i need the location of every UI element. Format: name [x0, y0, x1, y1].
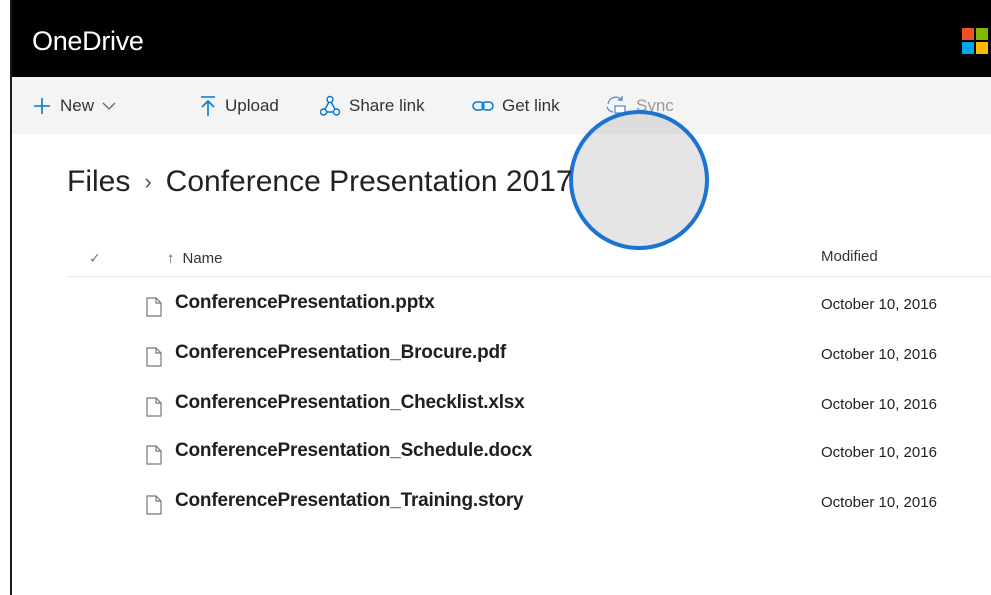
- file-icon: [146, 347, 162, 372]
- file-name[interactable]: ConferencePresentation_Schedule.docx: [175, 440, 532, 462]
- share-link-button[interactable]: Share link: [319, 93, 425, 119]
- breadcrumb-separator-icon: ›: [144, 169, 152, 194]
- title-bar: OneDrive: [12, 0, 991, 77]
- file-name[interactable]: ConferencePresentation_Checklist.xlsx: [175, 392, 525, 414]
- file-row[interactable]: ConferencePresentation_Checklist.xlsx Oc…: [67, 380, 991, 430]
- file-row[interactable]: ConferencePresentation.pptx October 10, …: [67, 280, 991, 330]
- get-link-button[interactable]: Get link: [472, 93, 560, 119]
- file-modified: October 10, 2016: [821, 346, 937, 363]
- sort-ascending-icon: ↑: [167, 250, 175, 267]
- microsoft-logo-icon[interactable]: [962, 28, 991, 58]
- upload-button[interactable]: Upload: [199, 93, 279, 119]
- file-icon: [146, 495, 162, 520]
- list-header: ✓ ↑ Name Modified: [67, 238, 991, 277]
- file-modified: October 10, 2016: [821, 396, 937, 413]
- file-name[interactable]: ConferencePresentation_Training.story: [175, 490, 524, 512]
- select-all-check-icon[interactable]: ✓: [89, 250, 101, 267]
- file-icon: [146, 445, 162, 470]
- chevron-down-icon: [102, 101, 116, 111]
- file-row[interactable]: ConferencePresentation_Training.story Oc…: [67, 478, 991, 528]
- upload-label: Upload: [225, 96, 279, 115]
- file-name[interactable]: ConferencePresentation_Brocure.pdf: [175, 342, 506, 364]
- link-icon: [472, 98, 494, 114]
- upload-icon: [199, 95, 217, 117]
- modified-column-header[interactable]: Modified: [821, 248, 878, 265]
- breadcrumb-current: Conference Presentation 2017: [165, 165, 573, 198]
- file-modified: October 10, 2016: [821, 444, 937, 461]
- command-bar: New Upload Share link Get link Sync: [12, 77, 991, 250]
- file-modified: October 10, 2016: [821, 296, 937, 313]
- file-row[interactable]: ConferencePresentation_Brocure.pdf Octob…: [67, 330, 991, 380]
- get-link-label: Get link: [502, 96, 560, 115]
- app-title[interactable]: OneDrive: [32, 26, 144, 57]
- plus-icon: [32, 96, 52, 116]
- onedrive-window: OneDrive New Upload Share link Get link …: [10, 0, 991, 595]
- new-button[interactable]: New: [32, 93, 116, 119]
- share-icon: [319, 95, 341, 117]
- file-row[interactable]: ConferencePresentation_Schedule.docx Oct…: [67, 428, 991, 478]
- new-label: New: [60, 96, 95, 115]
- share-link-label: Share link: [349, 96, 425, 115]
- name-column-label: Name: [182, 250, 223, 267]
- file-icon: [146, 397, 162, 422]
- breadcrumb-root[interactable]: Files: [67, 165, 130, 199]
- name-column-header[interactable]: ↑ Name: [167, 250, 223, 267]
- breadcrumb: Files › Conference Presentation 2017: [67, 165, 573, 199]
- sync-highlight-circle: [569, 110, 709, 250]
- file-icon: [146, 297, 162, 322]
- file-name[interactable]: ConferencePresentation.pptx: [175, 292, 435, 314]
- file-modified: October 10, 2016: [821, 494, 937, 511]
